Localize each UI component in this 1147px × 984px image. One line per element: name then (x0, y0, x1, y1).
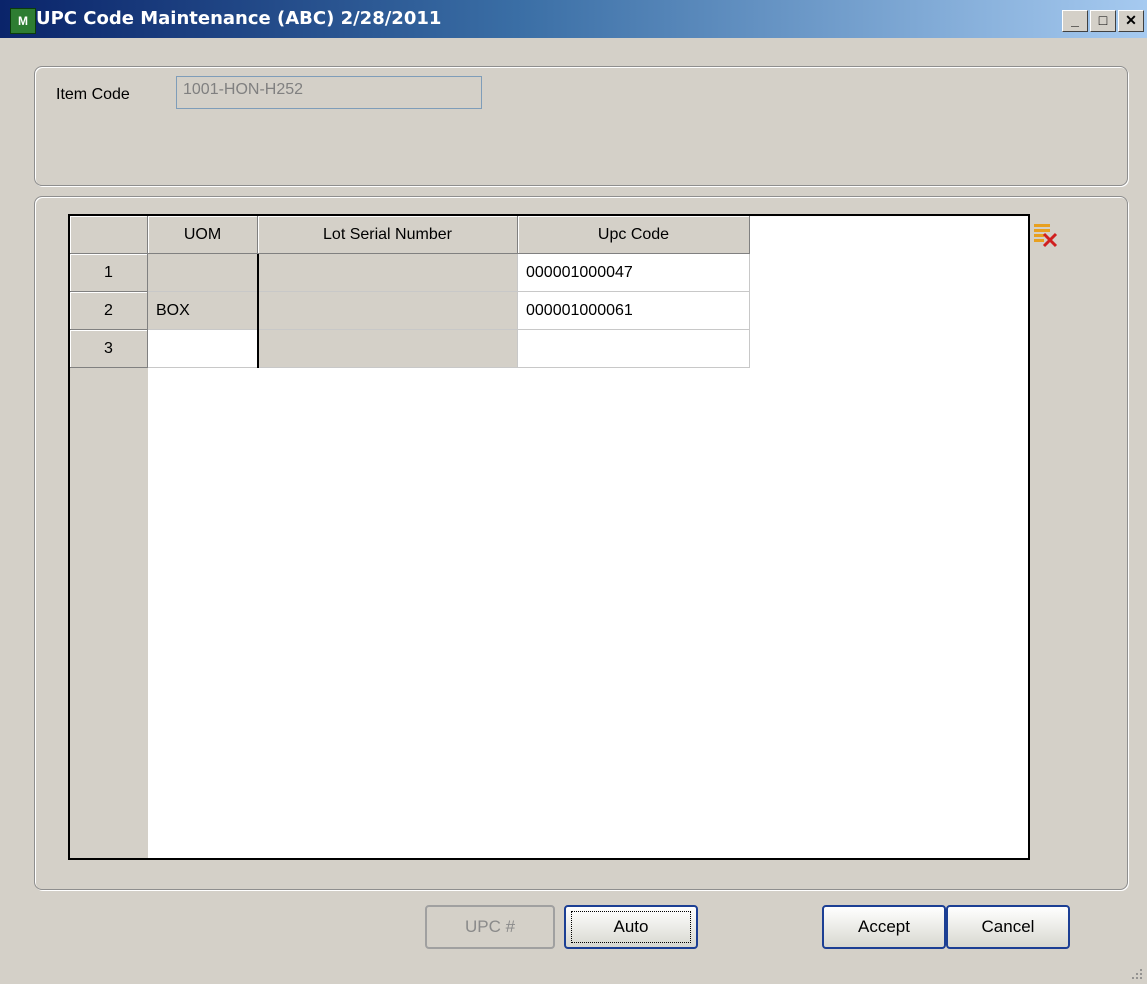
cell-uom[interactable] (148, 254, 258, 292)
column-header-uom[interactable]: UOM (148, 216, 258, 254)
item-code-label: Item Code (56, 86, 130, 103)
cell-upc-code[interactable]: 000001000061 (518, 292, 750, 330)
accept-button[interactable]: Accept (822, 905, 946, 949)
cancel-button[interactable]: Cancel (946, 905, 1070, 949)
title-bar: M UPC Code Maintenance (ABC) 2/28/2011 _… (0, 0, 1147, 38)
column-divider (257, 254, 259, 368)
cell-upc-code[interactable] (518, 330, 750, 368)
row-header[interactable]: 1 (70, 254, 148, 292)
column-header-lot-serial[interactable]: Lot Serial Number (258, 216, 518, 254)
delete-row-icon[interactable] (1030, 220, 1060, 250)
window-title: UPC Code Maintenance (ABC) 2/28/2011 (36, 8, 442, 29)
cell-uom[interactable]: BOX (148, 292, 258, 330)
column-header-upc-code[interactable]: Upc Code (518, 216, 750, 254)
row-header[interactable]: 2 (70, 292, 148, 330)
cell-lot-serial[interactable] (258, 330, 518, 368)
focus-rect (571, 911, 691, 943)
grid-corner-cell[interactable] (70, 216, 148, 254)
minimize-button[interactable]: _ (1062, 10, 1088, 32)
cell-lot-serial[interactable] (258, 254, 518, 292)
close-button[interactable]: ✕ (1118, 10, 1144, 32)
resize-grip-icon[interactable] (1129, 966, 1143, 980)
cell-uom[interactable] (148, 330, 258, 368)
upc-grid: UOM Lot Serial Number Upc Code 1 0000010… (68, 214, 1030, 860)
item-code-field: 1001-HON-H252 (176, 76, 482, 109)
row-header[interactable]: 3 (70, 330, 148, 368)
cell-upc-code[interactable]: 000001000047 (518, 254, 750, 292)
app-icon[interactable]: M (10, 8, 36, 34)
upc-button[interactable]: UPC # (425, 905, 555, 949)
maximize-button[interactable]: □ (1090, 10, 1116, 32)
auto-button[interactable]: Auto (564, 905, 698, 949)
cell-lot-serial[interactable] (258, 292, 518, 330)
